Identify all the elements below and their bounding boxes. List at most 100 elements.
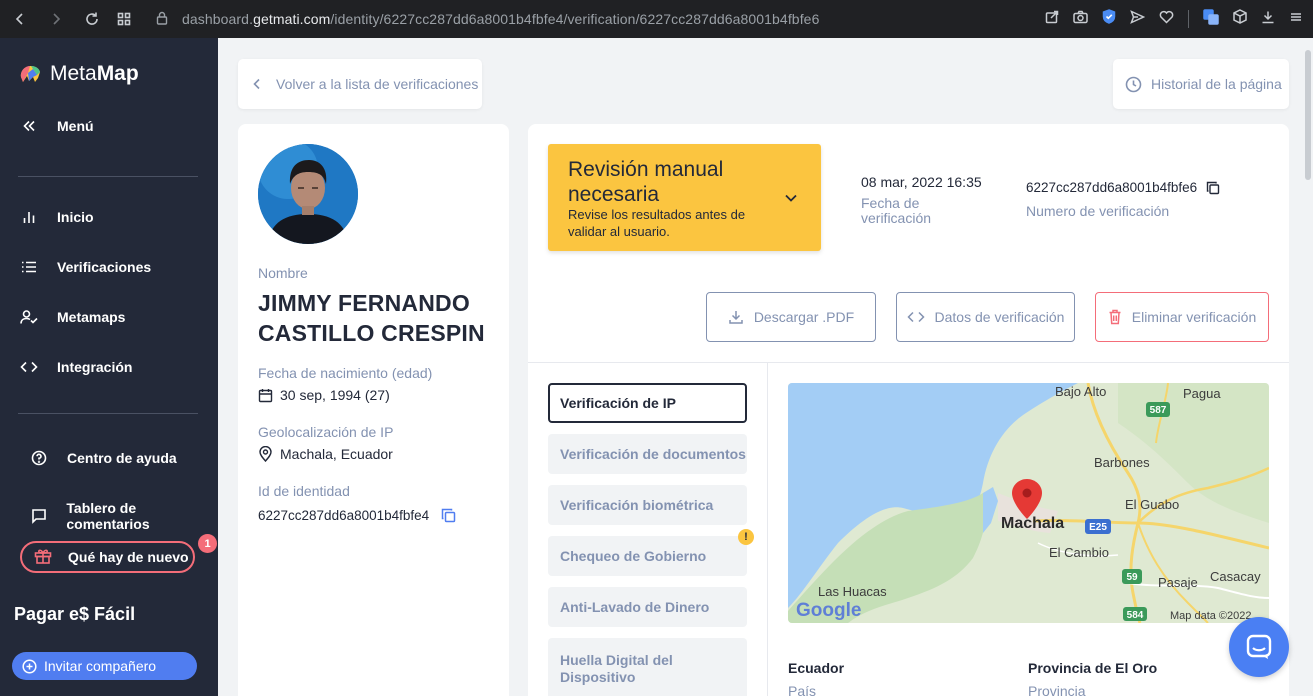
identity-id-label: Id de identidad	[258, 483, 350, 499]
status-subtitle: Revise los resultados antes de validar a…	[568, 207, 746, 239]
dob-value: 30 sep, 1994 (27)	[258, 387, 390, 403]
page-history-button[interactable]: Historial de la página	[1113, 59, 1289, 109]
download-icon[interactable]	[1261, 10, 1275, 29]
bar-chart-icon	[20, 210, 38, 224]
sidebar-divider	[18, 413, 198, 414]
sidebar-item-metamaps[interactable]: Metamaps	[20, 309, 125, 325]
back-icon[interactable]	[6, 5, 34, 33]
metamap-logo[interactable]: Meta Map	[18, 62, 139, 86]
gift-icon	[34, 548, 52, 567]
name-label: Nombre	[258, 265, 308, 281]
plus-circle-icon	[22, 658, 37, 674]
warning-badge: !	[738, 529, 754, 545]
province-label: Provincia	[1028, 683, 1086, 696]
delete-verification-label: Eliminar verificación	[1131, 309, 1257, 325]
sidebar-item-inicio[interactable]: Inicio	[20, 209, 94, 225]
menu-icon[interactable]	[1289, 10, 1303, 29]
share-icon[interactable]	[1045, 10, 1059, 29]
sidebar-item-integracion[interactable]: Integración	[20, 359, 132, 375]
geolocation-text: Machala, Ecuador	[280, 446, 393, 462]
sidebar-item-help[interactable]: Centro de ayuda	[30, 450, 177, 466]
tab-ip-verification[interactable]: Verificación de IP	[548, 383, 747, 423]
copy-icon[interactable]	[441, 508, 463, 523]
logo-text-map: Map	[96, 62, 139, 85]
map-attribution: Map data ©2022	[1170, 610, 1252, 622]
verification-number-label: Numero de verificación	[1026, 203, 1170, 219]
tab-anti-money-laundering[interactable]: Anti-Lavado de Dinero	[548, 587, 747, 627]
full-name: JIMMY FERNANDO CASTILLO CRESPIN	[258, 290, 485, 346]
scrollbar-thumb[interactable]	[1305, 50, 1311, 180]
sidebar-collapse-menu[interactable]: Menú	[20, 118, 94, 134]
trash-icon	[1109, 309, 1121, 325]
map-label-el-guabo: El Guabo	[1125, 497, 1179, 512]
sidebar-item-verificaciones[interactable]: Verificaciones	[20, 259, 151, 275]
verification-card: Revisión manual necesaria Revise los res…	[528, 124, 1289, 696]
url-path: /identity/6227cc287dd6a8001b4fbfe4/verif…	[330, 11, 820, 27]
tabs-grid-icon[interactable]	[110, 5, 138, 33]
identity-id-text: 6227cc287dd6a8001b4fbfe4	[258, 508, 430, 523]
map-label-machala: Machala	[1001, 515, 1064, 532]
verification-date: 08 mar, 2022 16:35	[861, 174, 982, 190]
send-icon[interactable]	[1130, 9, 1146, 29]
verification-data-button[interactable]: Datos de verificación	[896, 292, 1075, 342]
address-bar[interactable]: dashboard. getmati.com/identity/6227cc287…	[156, 11, 819, 28]
chat-support-button[interactable]	[1229, 617, 1289, 677]
reload-icon[interactable]	[78, 5, 106, 33]
location-pin-icon	[258, 446, 280, 462]
identity-id-value: 6227cc287dd6a8001b4fbfe4	[258, 508, 463, 523]
copy-icon[interactable]	[1206, 181, 1220, 195]
route-e25-shield: E25	[1089, 522, 1107, 533]
sidebar-divider	[18, 176, 198, 177]
camera-icon[interactable]	[1073, 10, 1088, 29]
cube-icon[interactable]	[1233, 9, 1247, 29]
translate-icon[interactable]	[1203, 8, 1219, 30]
company-name[interactable]: Pagar e$ Fácil	[14, 604, 135, 625]
country-value: Ecuador	[788, 660, 845, 676]
forward-icon[interactable]	[42, 5, 70, 33]
route-59-shield: 59	[1126, 572, 1138, 583]
back-to-list-label: Volver a la lista de verificaciones	[276, 76, 479, 92]
section-divider	[528, 362, 1289, 363]
double-chevron-left-icon	[20, 120, 38, 132]
whats-new-button[interactable]: Qué hay de nuevo	[20, 541, 195, 573]
code-icon	[906, 311, 925, 323]
clock-icon	[1125, 76, 1142, 93]
page-scrollbar[interactable]	[1303, 38, 1313, 696]
map-label-barbones: Barbones	[1094, 455, 1150, 470]
separator	[1188, 10, 1189, 28]
help-circle-icon	[30, 450, 48, 466]
tab-government-check[interactable]: Chequeo de Gobierno	[548, 536, 747, 576]
tab-biometric-verification[interactable]: Verificación biométrica	[548, 485, 747, 525]
whats-new-label: Qué hay de nuevo	[68, 549, 189, 565]
help-label: Centro de ayuda	[67, 450, 177, 466]
calendar-icon	[258, 388, 280, 403]
message-square-icon	[30, 508, 47, 524]
heart-icon[interactable]	[1159, 10, 1174, 29]
download-pdf-button[interactable]: Descargar .PDF	[706, 292, 876, 342]
url-prefix: dashboard.	[182, 11, 254, 27]
profile-card: Nombre JIMMY FERNANDO CASTILLO CRESPIN F…	[238, 124, 509, 696]
map-label-bajo-alto: Bajo Alto	[1055, 384, 1106, 399]
route-587-shield: 587	[1150, 405, 1167, 416]
tab-document-verification[interactable]: Verificación de documentos	[548, 434, 747, 474]
invite-label: Invitar compañero	[44, 658, 157, 674]
invite-teammate-button[interactable]: Invitar compañero	[12, 652, 197, 680]
delete-verification-button[interactable]: Eliminar verificación	[1095, 292, 1269, 342]
logo-text-meta: Meta	[50, 62, 97, 85]
sidebar-item-feedback[interactable]: Tablero de comentarios	[30, 500, 218, 532]
ip-location-map[interactable]: 587 E25 59 584 Bajo Alto Pagua Barbones …	[788, 383, 1269, 623]
map-label-pasaje: Pasaje	[1158, 575, 1198, 590]
back-to-list-button[interactable]: Volver a la lista de verificaciones	[238, 59, 482, 109]
sidebar-item-label: Integración	[57, 359, 133, 375]
verification-number: 6227cc287dd6a8001b4fbfe6	[1026, 180, 1220, 195]
user-check-icon	[20, 309, 38, 325]
map-label-pagua: Pagua	[1183, 386, 1221, 401]
download-pdf-label: Descargar .PDF	[753, 309, 855, 325]
notification-badge: 1	[198, 534, 217, 553]
tab-device-fingerprint[interactable]: Huella Digital del Dispositivo	[548, 638, 747, 696]
feedback-label: Tablero de comentarios	[66, 500, 150, 532]
shield-extension-icon[interactable]	[1102, 9, 1116, 29]
column-divider	[767, 363, 768, 696]
province-value: Provincia de El Oro	[1028, 660, 1158, 676]
status-dropdown[interactable]: Revisión manual necesaria Revise los res…	[548, 144, 821, 251]
